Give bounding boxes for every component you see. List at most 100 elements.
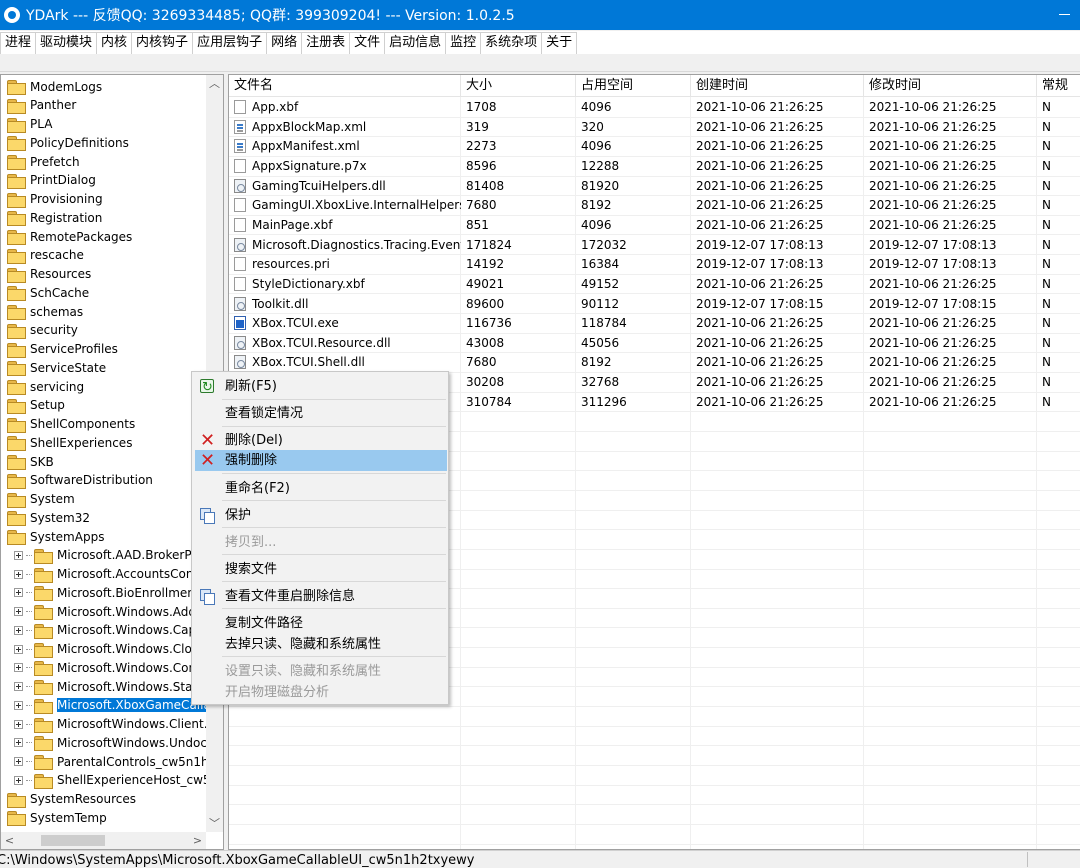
tree-item[interactable]: Registration — [7, 208, 102, 227]
menu-item-3[interactable]: ✕ 强制删除 — [195, 450, 447, 471]
menu-item-2[interactable]: ✕ 删除(Del) — [195, 430, 447, 451]
minimize-button[interactable] — [1058, 8, 1072, 22]
table-row[interactable] — [229, 766, 1080, 786]
expand-plus-icon[interactable] — [14, 625, 23, 635]
tree-item[interactable]: SystemResources — [7, 790, 136, 809]
tree-item[interactable]: ShellComponents — [7, 415, 135, 434]
tree-child-item[interactable]: Microsoft.Windows.Conter — [14, 658, 213, 677]
table-row[interactable]: App.xbf 1708 4096 2021-10-06 21:26:25 2021-1… — [229, 98, 1080, 118]
table-row[interactable] — [229, 786, 1080, 806]
tree-item[interactable]: System32 — [7, 508, 90, 527]
expand-plus-icon[interactable] — [14, 569, 23, 579]
expand-plus-icon[interactable] — [14, 588, 23, 598]
scroll-right-icon[interactable]: > — [189, 832, 206, 849]
tree-horizontal-scrollbar[interactable]: < > — [1, 832, 206, 849]
table-row[interactable]: Microsoft.Diagnostics.Tracing.Event... 17… — [229, 236, 1080, 256]
table-row[interactable]: AppxBlockMap.xml 319 320 2021-10-06 21:26:2… — [229, 118, 1080, 138]
table-row[interactable]: MainPage.xbf 851 4096 2021-10-06 21:26:25 20… — [229, 216, 1080, 236]
expand-plus-icon[interactable] — [14, 607, 23, 616]
tree-item[interactable]: Resources — [7, 265, 91, 284]
tree-item[interactable]: Panther — [7, 96, 76, 115]
tree-item[interactable]: RemotePackages — [7, 227, 132, 246]
table-row[interactable]: GamingUI.XboxLive.InternalHelpers.... 768… — [229, 196, 1080, 216]
table-row[interactable] — [229, 746, 1080, 767]
tree-item[interactable]: ServiceProfiles — [7, 340, 118, 359]
expand-plus-icon[interactable] — [14, 550, 23, 560]
tab-7[interactable]: 文件 — [349, 32, 386, 55]
tree-item[interactable]: SchCache — [7, 283, 89, 302]
tree-child-item[interactable]: Microsoft.BioEnrollment_c — [14, 583, 212, 602]
tree-item[interactable]: SoftwareDistribution — [7, 471, 153, 490]
tab-5[interactable]: 网络 — [266, 32, 303, 54]
expand-plus-icon[interactable] — [14, 757, 23, 766]
tree-child-item[interactable]: Microsoft.Windows.AddSu — [14, 602, 211, 621]
scroll-up-icon[interactable]: ︿ — [206, 75, 223, 92]
expand-plus-icon[interactable] — [14, 663, 23, 673]
tree-item[interactable]: PolicyDefinitions — [7, 133, 129, 152]
tree-item[interactable]: SystemTemp — [7, 808, 107, 827]
tab-8[interactable]: 启动信息 — [384, 32, 447, 54]
menu-item-7[interactable]: 搜索文件 — [195, 559, 447, 580]
table-row[interactable]: resources.pri 14192 16384 2019-12-07 17:08:… — [229, 255, 1080, 275]
tree-item[interactable]: ModemLogs — [7, 77, 102, 96]
tree-item[interactable]: rescache — [7, 246, 84, 265]
table-row[interactable]: AppxManifest.xml 2273 4096 2021-10-06 21:26… — [229, 137, 1080, 157]
menu-item-10[interactable]: 去掉只读、隐藏和系统属性 — [195, 634, 447, 655]
tree-item[interactable]: PLA — [7, 115, 52, 134]
tree-item[interactable]: ServiceState — [7, 358, 106, 377]
table-row[interactable]: AppxSignature.p7x 8596 12288 2021-10-06 21:… — [229, 157, 1080, 177]
tree-item[interactable]: schemas — [7, 302, 83, 321]
table-row[interactable]: Toolkit.dll 89600 90112 2019-12-07 17:08:15… — [229, 295, 1080, 315]
tree-child-item[interactable]: ParentalControls_cw5n1h2b — [14, 752, 223, 771]
menu-item-5[interactable]: 保护 — [195, 505, 447, 526]
tree-item[interactable]: SKB — [7, 452, 54, 471]
tree-child-item[interactable]: Microsoft.Windows.StartM — [14, 677, 212, 696]
tab-2[interactable]: 内核 — [96, 32, 133, 54]
expand-plus-icon[interactable] — [14, 700, 23, 710]
scroll-thumb[interactable] — [41, 835, 105, 846]
tree-item[interactable]: System — [7, 490, 75, 509]
table-row[interactable]: GamingTcuiHelpers.dll 81408 81920 2021-10-0… — [229, 177, 1080, 197]
tree-item[interactable]: SystemApps — [7, 527, 104, 546]
tree-child-item[interactable]: ShellExperienceHost_cw5n1 — [14, 771, 223, 790]
scroll-left-icon[interactable]: < — [1, 832, 18, 849]
menu-item-4[interactable]: 重命名(F2) — [195, 478, 447, 499]
tab-6[interactable]: 注册表 — [301, 32, 351, 54]
table-row[interactable]: XBox.TCUI.Resource.dll 43008 45056 2021-10-… — [229, 334, 1080, 354]
table-row[interactable] — [229, 805, 1080, 825]
table-row[interactable] — [229, 825, 1080, 845]
tree-child-item[interactable]: Microsoft.Windows.Captur — [14, 621, 213, 640]
menu-item-8[interactable]: 查看文件重启删除信息 — [195, 586, 447, 607]
column-header[interactable]: 创建时间 — [691, 75, 864, 97]
tree-item[interactable]: Setup — [7, 396, 65, 415]
tab-10[interactable]: 系统杂项 — [480, 32, 543, 54]
tree-child-item[interactable]: Microsoft.AccountsControl — [14, 565, 214, 584]
table-row[interactable] — [229, 707, 1080, 727]
expand-plus-icon[interactable] — [14, 682, 23, 691]
tab-1[interactable]: 驱动模块 — [35, 32, 98, 54]
tree-item[interactable]: PrintDialog — [7, 171, 96, 190]
menu-item-1[interactable]: 查看锁定情况 — [195, 403, 447, 424]
tree-item[interactable]: servicing — [7, 377, 84, 396]
menu-item-9[interactable]: 复制文件路径 — [195, 613, 447, 634]
tree-item[interactable]: Provisioning — [7, 190, 103, 209]
column-header[interactable]: 文件名 — [229, 75, 461, 97]
column-header[interactable]: 常规 — [1037, 75, 1080, 97]
tab-9[interactable]: 监控 — [445, 32, 482, 54]
expand-plus-icon[interactable] — [14, 719, 23, 729]
column-header[interactable]: 修改时间 — [864, 75, 1037, 97]
column-header[interactable]: 占用空间 — [576, 75, 691, 97]
tab-4[interactable]: 应用层钩子 — [192, 32, 268, 54]
menu-item-0[interactable]: 刷新(F5) — [195, 376, 447, 398]
tab-0[interactable]: 进程 — [0, 32, 37, 54]
tree-item[interactable]: security — [7, 321, 78, 340]
tree-item[interactable]: ShellExperiences — [7, 433, 132, 452]
scroll-down-icon[interactable]: ﹀ — [206, 815, 223, 832]
column-header[interactable]: 大小 — [461, 75, 576, 97]
tree-child-item[interactable]: MicrosoftWindows.Client.CB — [14, 715, 223, 734]
expand-plus-icon[interactable] — [14, 644, 23, 654]
table-row[interactable] — [229, 727, 1080, 747]
expand-plus-icon[interactable] — [14, 775, 23, 785]
tree-item[interactable]: Prefetch — [7, 152, 80, 171]
tree-child-item[interactable]: MicrosoftWindows.Undocke — [14, 733, 221, 752]
